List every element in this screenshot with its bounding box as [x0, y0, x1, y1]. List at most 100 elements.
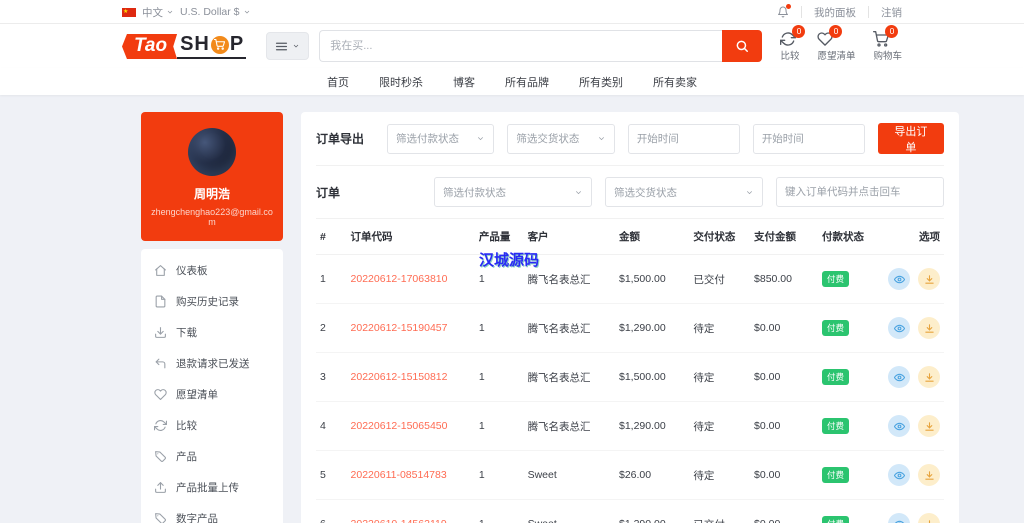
row-customer: Sweet — [524, 451, 615, 500]
view-order-button[interactable] — [888, 464, 910, 486]
row-num: 1 — [316, 255, 347, 304]
sidebar-menu: 仪表板 购买历史记录 下载 退款请求已发送 愿望清单 比较 — [141, 249, 283, 523]
sidebar-item-bulk-upload[interactable]: 产品批量上传 — [141, 472, 283, 503]
header: Tao SHP 0 比较 0 — [0, 24, 1024, 68]
row-paid-amount: $0.00 — [750, 500, 818, 523]
sidebar-item-wishlist[interactable]: 愿望清单 — [141, 379, 283, 410]
logo-shop-text: SHP — [177, 33, 246, 59]
view-order-button[interactable] — [888, 415, 910, 437]
order-code-link[interactable]: 20220612-15190457 — [351, 322, 448, 334]
paid-status-badge: 付费 — [822, 369, 849, 385]
row-amount: $1,290.00 — [615, 402, 689, 451]
categories-menu-button[interactable] — [266, 32, 309, 60]
nav-all-brands[interactable]: 所有品牌 — [505, 74, 549, 90]
table-row: 1 20220612-17063810 1 腾飞名表总汇 $1,500.00 已… — [316, 255, 944, 304]
main-nav: 首页 限时秒杀 博客 所有品牌 所有类别 所有卖家 — [0, 68, 1024, 95]
wishlist-label: 愿望清单 — [817, 48, 855, 62]
tag-icon — [154, 512, 167, 523]
search-button[interactable] — [722, 30, 762, 62]
export-delivery-status-select[interactable]: 筛选交货状态 — [507, 124, 614, 154]
sidebar-item-dashboard[interactable]: 仪表板 — [141, 255, 283, 286]
col-header-qty: 产品量 — [475, 219, 524, 255]
view-order-button[interactable] — [888, 366, 910, 388]
profile-email: zhengchenghao223@gmail.com — [149, 207, 275, 227]
sidebar-item-products[interactable]: 产品 — [141, 441, 283, 472]
row-num: 6 — [316, 500, 347, 523]
download-icon — [924, 470, 935, 481]
order-code-search-input[interactable] — [776, 177, 944, 207]
compare-button[interactable]: 0 比较 — [780, 31, 799, 62]
sidebar-item-digital-products[interactable]: 数字产品 — [141, 503, 283, 523]
sidebar-item-downloads[interactable]: 下载 — [141, 317, 283, 348]
row-paid-amount: $0.00 — [750, 353, 818, 402]
nav-flash-sale[interactable]: 限时秒杀 — [379, 74, 423, 90]
table-row: 2 20220612-15190457 1 腾飞名表总汇 $1,290.00 待… — [316, 304, 944, 353]
download-invoice-button[interactable] — [918, 317, 940, 339]
chevron-down-icon — [574, 188, 583, 197]
row-delivery-status: 待定 — [689, 353, 750, 402]
orders-delivery-status-select[interactable]: 筛选交货状态 — [605, 177, 763, 207]
order-code-link[interactable]: 20220610-14562119 — [351, 518, 447, 523]
download-invoice-button[interactable] — [918, 464, 940, 486]
cart-button[interactable]: 0 购物车 — [873, 31, 902, 62]
order-code-link[interactable]: 20220612-15065450 — [351, 420, 448, 432]
row-delivery-status: 待定 — [689, 402, 750, 451]
paid-status-badge: 付费 — [822, 320, 849, 336]
chevron-down-icon — [597, 134, 606, 143]
col-header-amount: 金额 — [615, 219, 689, 255]
orders-title: 订单 — [316, 184, 374, 201]
divider — [801, 6, 802, 18]
my-panel-link[interactable]: 我的面板 — [814, 5, 856, 20]
view-order-button[interactable] — [888, 513, 910, 523]
row-customer: 腾飞名表总汇 — [524, 402, 615, 451]
row-delivery-status: 已交付 — [689, 255, 750, 304]
row-num: 2 — [316, 304, 347, 353]
export-orders-button[interactable]: 导出订单 — [878, 123, 944, 154]
view-order-button[interactable] — [888, 268, 910, 290]
nav-blog[interactable]: 博客 — [453, 74, 475, 90]
order-code-link[interactable]: 20220611-08514783 — [351, 469, 447, 481]
search-input[interactable] — [319, 30, 722, 62]
col-header-paid: 支付金额 — [750, 219, 818, 255]
row-customer: 腾飞名表总汇 — [524, 304, 615, 353]
eye-icon — [894, 323, 905, 334]
download-invoice-button[interactable] — [918, 268, 940, 290]
order-code-link[interactable]: 20220612-15150812 — [351, 371, 448, 383]
notification-dot — [786, 4, 791, 9]
row-amount: $1,290.00 — [615, 304, 689, 353]
logout-link[interactable]: 注销 — [881, 5, 902, 20]
download-invoice-button[interactable] — [918, 366, 940, 388]
wishlist-count-badge: 0 — [829, 25, 842, 38]
paid-status-badge: 付费 — [822, 516, 849, 523]
export-end-time-input[interactable] — [753, 124, 865, 154]
wishlist-button[interactable]: 0 愿望清单 — [817, 31, 855, 62]
china-flag-icon: ★ — [122, 8, 136, 17]
taoshop-logo[interactable]: Tao SHP — [122, 33, 246, 59]
export-start-time-input[interactable] — [628, 124, 740, 154]
profile-card: 周明浩 zhengchenghao223@gmail.com — [141, 112, 283, 241]
order-code-link[interactable]: 20220612-17063810 — [351, 273, 448, 285]
download-invoice-button[interactable] — [918, 513, 940, 523]
table-row: 5 20220611-08514783 1 Sweet $26.00 待定 $0… — [316, 451, 944, 500]
currency-selector[interactable]: U.S. Dollar $ — [180, 6, 251, 18]
view-order-button[interactable] — [888, 317, 910, 339]
compare-icon — [154, 419, 167, 432]
divider — [868, 6, 869, 18]
row-num: 3 — [316, 353, 347, 402]
nav-home[interactable]: 首页 — [327, 74, 349, 90]
orders-payment-status-select[interactable]: 筛选付款状态 — [434, 177, 592, 207]
sidebar-item-purchase-history[interactable]: 购买历史记录 — [141, 286, 283, 317]
sidebar-item-compare[interactable]: 比较 — [141, 410, 283, 441]
notifications-bell-icon[interactable] — [777, 6, 789, 18]
row-qty: 1 — [475, 255, 524, 304]
nav-all-sellers[interactable]: 所有卖家 — [653, 74, 697, 90]
row-customer: 腾飞名表总汇 — [524, 255, 615, 304]
export-payment-status-select[interactable]: 筛选付款状态 — [387, 124, 494, 154]
sidebar-item-refund-sent[interactable]: 退款请求已发送 — [141, 348, 283, 379]
hamburger-icon — [275, 40, 288, 53]
eye-icon — [894, 470, 905, 481]
language-selector[interactable]: 中文 — [142, 5, 174, 20]
home-icon — [154, 264, 167, 277]
download-invoice-button[interactable] — [918, 415, 940, 437]
nav-all-categories[interactable]: 所有类别 — [579, 74, 623, 90]
